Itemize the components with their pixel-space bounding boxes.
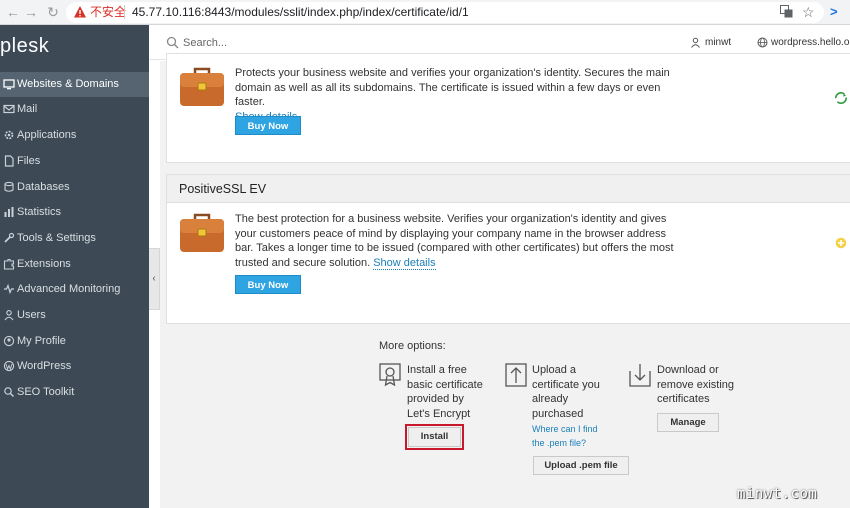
sidebar: plesk Websites & Domains Mail Applicatio… (0, 25, 149, 508)
sidebar-item-mail[interactable]: Mail (0, 97, 149, 122)
sidebar-item-label: SEO Toolkit (17, 386, 75, 398)
user-icon (3, 309, 15, 321)
buy-now-button[interactable]: Buy Now (235, 275, 301, 294)
url-separator (124, 5, 125, 19)
sidebar-item-label: Databases (17, 181, 70, 193)
download-icon (629, 364, 651, 387)
install-highlight-frame: Install (405, 424, 464, 450)
globe-icon (757, 37, 768, 48)
certificate-card-positivessl-ev: PositiveSSL EV The best protection for a… (166, 174, 850, 324)
address-bar[interactable]: 不安全 45.77.10.116:8443/modules/sslit/inde… (66, 2, 824, 23)
profile-icon (3, 335, 15, 347)
sidebar-item-label: Websites & Domains (17, 78, 119, 90)
sidebar-item-files[interactable]: Files (0, 149, 149, 174)
user-icon (691, 37, 700, 48)
certificate-badge-icon (379, 363, 401, 387)
briefcase-icon (180, 213, 224, 252)
gear-icon (3, 129, 15, 141)
watermark-text: minwt.com (737, 486, 818, 502)
file-icon (3, 155, 15, 167)
sidebar-item-label: Mail (17, 103, 38, 115)
sidebar-item-label: Files (17, 155, 41, 167)
upload-icon (505, 363, 527, 387)
sidebar-item-label: WordPress (17, 360, 72, 372)
certificate-description: Protects your business website and verif… (235, 66, 680, 124)
sidebar-item-databases[interactable]: Databases (0, 175, 149, 200)
sidebar-item-extensions[interactable]: Extensions (0, 252, 149, 277)
back-icon[interactable]: ← (4, 3, 22, 21)
buy-now-button[interactable]: Buy Now (235, 116, 301, 135)
option-text: Install a free basic certificate provide… (407, 364, 483, 420)
sidebar-item-label: Statistics (17, 206, 62, 218)
monitor-icon (3, 78, 15, 90)
chart-icon (3, 206, 15, 218)
wordpress-icon (3, 360, 15, 372)
certificate-card: Protects your business website and verif… (166, 53, 850, 163)
warning-icon (74, 6, 86, 18)
pulse-icon (3, 283, 15, 295)
more-options-title: More options: (379, 340, 446, 352)
sidebar-collapse-handle[interactable]: ‹ (149, 248, 160, 310)
install-button[interactable]: Install (408, 427, 461, 447)
sidebar-item-label: Advanced Monitoring (17, 283, 121, 295)
seo-icon (3, 386, 15, 398)
url-text[interactable]: 45.77.10.116:8443/modules/sslit/index.ph… (132, 5, 469, 20)
extension-icon[interactable]: > (830, 4, 838, 20)
forward-icon[interactable]: → (22, 3, 40, 21)
insecure-label: 不安全 (90, 5, 127, 19)
sidebar-item-applications[interactable]: Applications (0, 123, 149, 148)
briefcase-icon (180, 67, 224, 106)
sidebar-item-label: Tools & Settings (17, 232, 96, 244)
certificate-description: The best protection for a business websi… (235, 213, 674, 270)
puzzle-icon (3, 258, 15, 270)
option-text: Upload a certificate you already purchas… (532, 364, 600, 420)
sidebar-item-tools-settings[interactable]: Tools & Settings (0, 226, 149, 251)
database-icon (3, 181, 15, 193)
tools-icon (3, 232, 15, 244)
plesk-logo[interactable]: plesk (0, 35, 49, 58)
sidebar-item-label: Users (17, 309, 46, 321)
main-content: Protects your business website and verif… (160, 53, 850, 508)
mail-icon (3, 103, 15, 115)
manage-button[interactable]: Manage (657, 413, 719, 432)
sidebar-item-wordpress[interactable]: WordPress (0, 354, 149, 379)
upload-pem-button[interactable]: Upload .pem file (533, 456, 629, 475)
option-text: Download or remove existing certificates (657, 364, 735, 405)
sidebar-item-label: Applications (17, 129, 77, 141)
sidebar-item-label: My Profile (17, 335, 66, 347)
where-pem-link[interactable]: Where can I find the .pem file? (532, 422, 612, 450)
sidebar-item-users[interactable]: Users (0, 303, 149, 328)
show-details-link[interactable]: Show details (373, 256, 436, 270)
add-badge-icon (835, 237, 847, 249)
card-title: PositiveSSL EV (167, 175, 850, 203)
translate-icon[interactable] (780, 5, 793, 22)
sidebar-item-label: Extensions (17, 258, 71, 270)
user-menu[interactable]: minwt (705, 36, 731, 49)
search-icon (166, 36, 179, 49)
sidebar-item-websites-domains[interactable]: Websites & Domains (0, 72, 149, 97)
sidebar-item-advanced-monitoring[interactable]: Advanced Monitoring (0, 277, 149, 302)
reload-icon[interactable]: ↻ (44, 3, 62, 21)
browser-toolbar: ← → ↻ 不安全 45.77.10.116:8443/modules/ssli… (0, 0, 850, 25)
sidebar-item-my-profile[interactable]: My Profile (0, 329, 149, 354)
sidebar-item-seo-toolkit[interactable]: SEO Toolkit (0, 380, 149, 405)
bookmark-star-icon[interactable]: ☆ (802, 5, 815, 20)
search-input[interactable] (183, 35, 383, 51)
domain-selector[interactable]: wordpress.hello.org (771, 36, 850, 49)
sidebar-item-statistics[interactable]: Statistics (0, 200, 149, 225)
refresh-badge-icon (835, 92, 847, 104)
